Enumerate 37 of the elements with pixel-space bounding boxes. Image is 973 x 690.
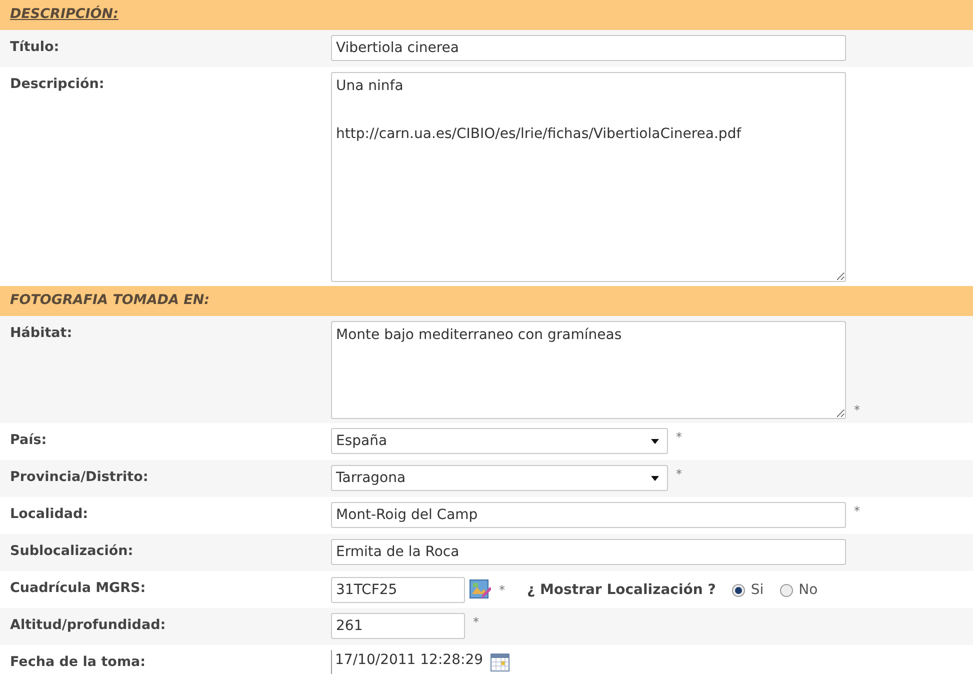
text-field[interactable]: 261 [331, 613, 465, 639]
dropdown[interactable]: Tarragona [331, 465, 668, 491]
dropdown[interactable]: España [331, 428, 668, 454]
required-mark: * [676, 466, 682, 483]
radio-button[interactable] [780, 584, 793, 596]
field-label: Localidad: [10, 505, 90, 524]
radio-label[interactable]: Si [750, 580, 764, 600]
text-field[interactable]: 31TCF25 [331, 577, 465, 603]
caret-icon [651, 438, 659, 444]
field-label: País: [10, 431, 48, 450]
field-label: Descripción: [10, 75, 106, 94]
required-mark: * [499, 582, 505, 599]
question-label: ¿ Mostrar Localización ? [527, 580, 716, 600]
required-mark: * [473, 614, 479, 631]
text-area[interactable]: Una ninfa http://carn.ua.es/CIBIO/es/lrie/fichas/VibertiolaCinerea.pdf [331, 72, 846, 282]
field-label: Cuadrícula MGRS: [10, 579, 147, 598]
section-title: FOTOGRAFIA TOMADA EN: [10, 292, 210, 308]
calendar-icon[interactable] [490, 652, 510, 672]
radio-label[interactable]: No [798, 580, 818, 600]
date-field[interactable]: 17/10/2011 12:28:29 [331, 650, 486, 674]
field-label: Altitud/profundidad: [10, 616, 167, 635]
required-mark: * [854, 503, 860, 520]
text-area[interactable]: Monte bajo mediterraneo con gramíneas [331, 321, 846, 419]
field-label: Provincia/Distrito: [10, 468, 150, 487]
text-field[interactable]: Mont-Roig del Camp [331, 502, 846, 528]
required-mark: * [676, 429, 682, 446]
section-title: DESCRIPCIÓN: [10, 6, 118, 22]
field-label: Fecha de la toma: [10, 653, 147, 672]
radio-button[interactable] [732, 584, 745, 596]
field-label: Hábitat: [10, 324, 74, 343]
caret-icon [651, 476, 659, 480]
required-mark: * [854, 402, 860, 419]
map-edit-icon[interactable] [469, 579, 491, 601]
field-label: Título: [10, 38, 60, 57]
field-label: Sublocalización: [10, 542, 134, 561]
text-field[interactable]: Vibertiola cinerea [331, 35, 846, 61]
text-field[interactable]: Ermita de la Roca [331, 539, 846, 565]
